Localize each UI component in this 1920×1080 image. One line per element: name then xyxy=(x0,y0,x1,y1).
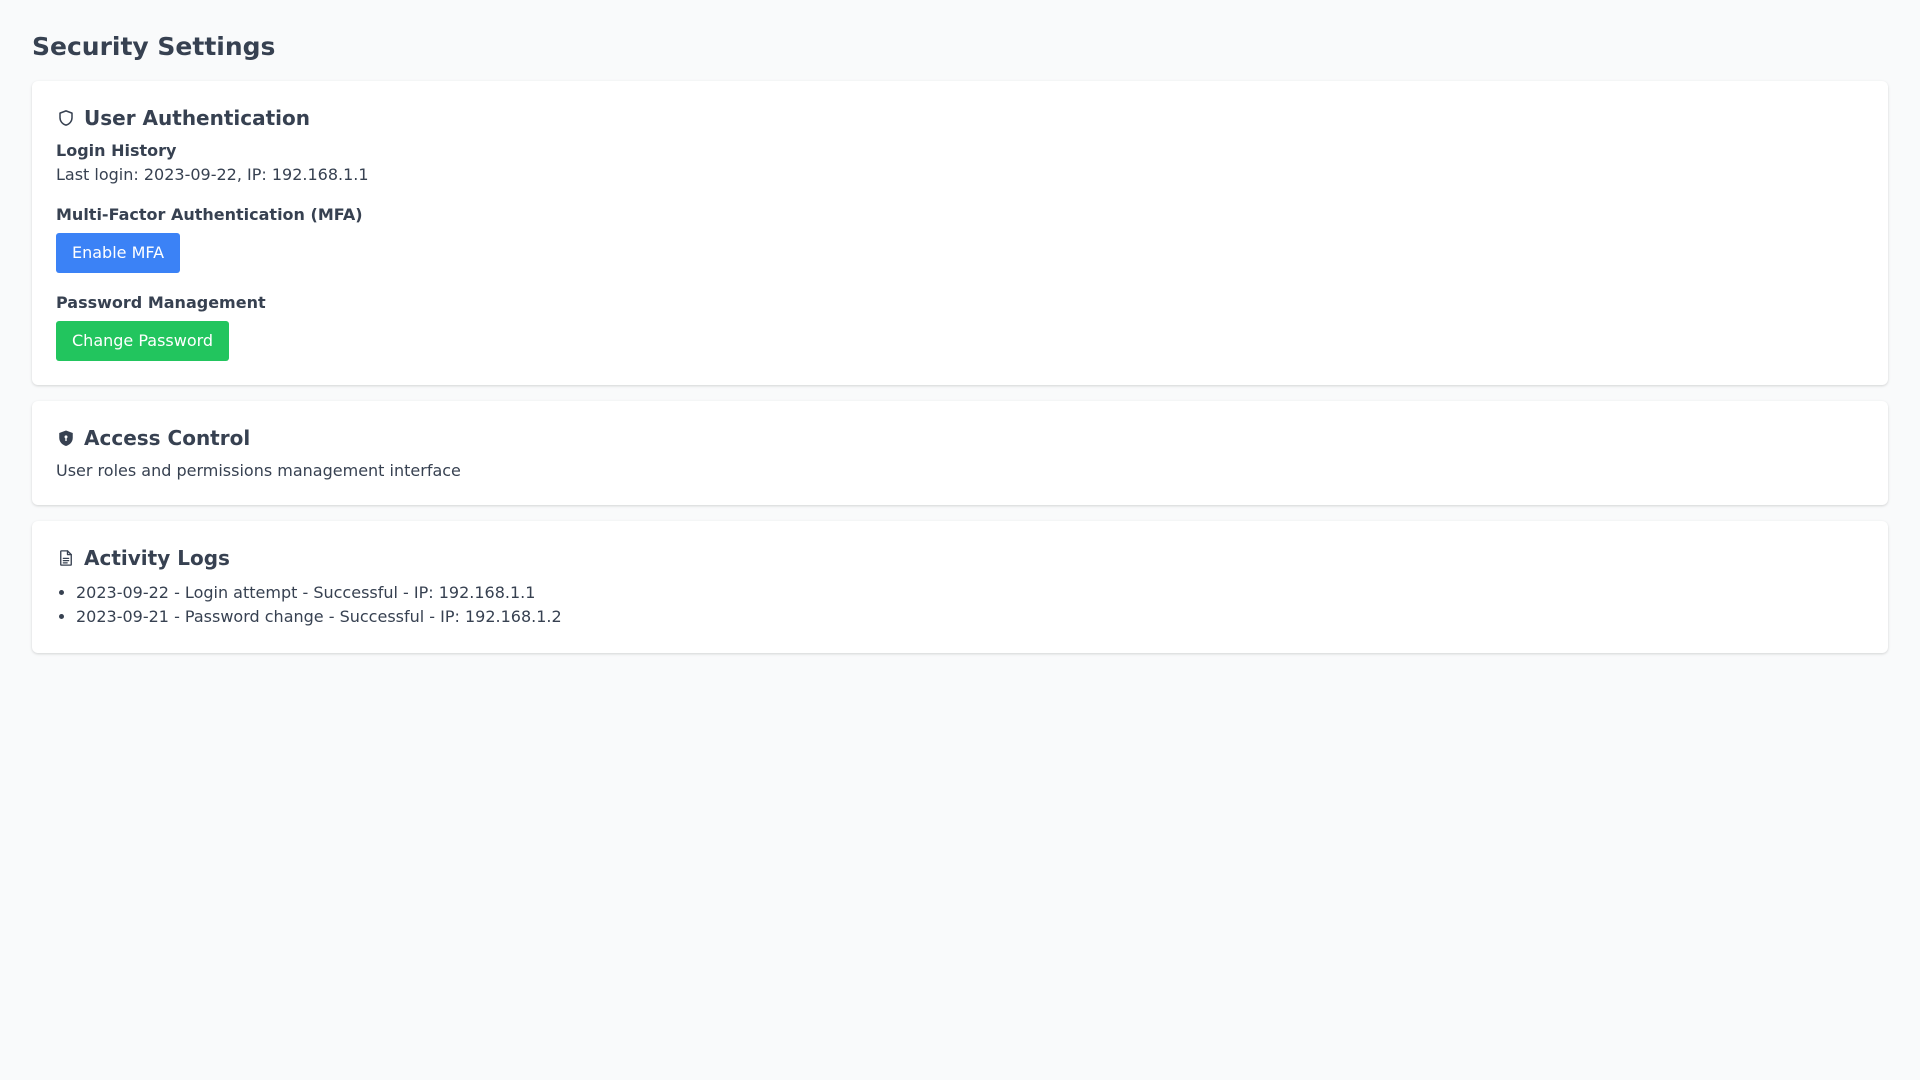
change-password-button[interactable]: Change Password xyxy=(56,321,230,361)
activity-logs-card: Activity Logs 2023-09-22 - Login attempt… xyxy=(32,521,1888,653)
shield-outline-icon xyxy=(56,108,76,128)
user-authentication-title: User Authentication xyxy=(84,106,311,130)
access-control-description: User roles and permissions management in… xyxy=(56,461,461,480)
security-settings-page: Security Settings User Authentication Lo… xyxy=(0,0,1920,653)
activity-log-list: 2023-09-22 - Login attempt - Successful … xyxy=(56,581,1864,629)
password-management-section: Password Management Change Password xyxy=(56,293,1864,361)
user-authentication-header: User Authentication xyxy=(56,105,1864,131)
activity-logs-title: Activity Logs xyxy=(84,546,230,570)
list-item: 2023-09-22 - Login attempt - Successful … xyxy=(76,581,1864,605)
list-item: 2023-09-21 - Password change - Successfu… xyxy=(76,605,1864,629)
login-history-label: Login History xyxy=(56,141,177,160)
user-authentication-card: User Authentication Login History Last l… xyxy=(32,81,1888,385)
enable-mfa-button[interactable]: Enable MFA xyxy=(56,233,181,273)
access-control-card: Access Control User roles and permission… xyxy=(32,401,1888,505)
mfa-section: Multi-Factor Authentication (MFA) Enable… xyxy=(56,205,1864,273)
login-history-section: Login History Last login: 2023-09-22, IP… xyxy=(56,141,1864,185)
page-title: Security Settings xyxy=(32,32,276,61)
access-control-header: Access Control xyxy=(56,425,1864,451)
access-control-title: Access Control xyxy=(84,426,251,450)
activity-logs-header: Activity Logs xyxy=(56,545,1864,571)
password-management-label: Password Management xyxy=(56,293,266,312)
document-icon xyxy=(56,548,76,568)
last-login-text: Last login: 2023-09-22, IP: 192.168.1.1 xyxy=(56,165,369,184)
shield-lock-icon xyxy=(56,428,76,448)
mfa-label: Multi-Factor Authentication (MFA) xyxy=(56,205,363,224)
